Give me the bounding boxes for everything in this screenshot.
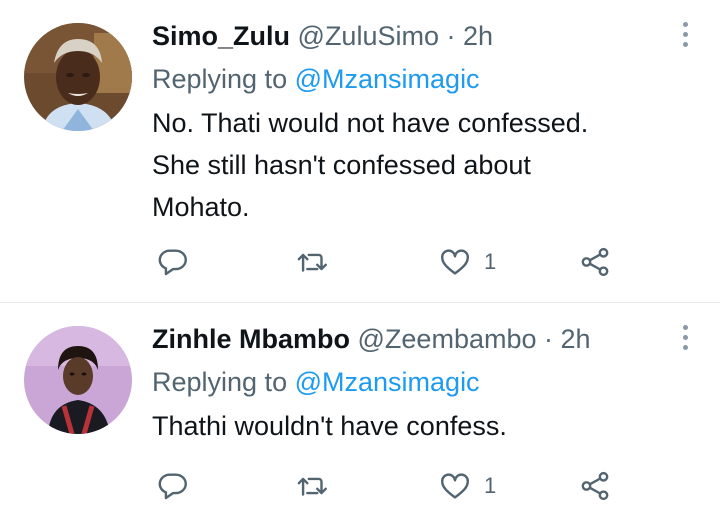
replying-prefix: Replying to [152,367,288,397]
timestamp[interactable]: 2h [463,21,493,51]
avatar-photo-icon [24,326,132,434]
like-icon [441,473,469,499]
action-bar: 1 [152,242,622,282]
separator-dot: · [446,21,456,51]
like-count: 1 [484,249,497,274]
action-bar: 1 [152,466,622,506]
tweet[interactable]: Simo_Zulu @ZuluSimo · 2h Replying to @Mz… [0,0,720,303]
tweet-text-line: She still hasn't confessed about [152,150,531,180]
timestamp[interactable]: 2h [561,324,591,354]
display-name[interactable]: Zinhle Mbambo [152,324,350,354]
user-handle[interactable]: @ZuluSimo [298,21,439,51]
tweet-text-line: Thathi wouldn't have confess. [152,411,507,441]
user-avatar[interactable] [24,23,132,131]
like-icon [441,249,469,275]
reply-button[interactable] [156,466,190,506]
share-button[interactable] [578,466,612,506]
tweet-text: No. Thati would not have confessed. She … [152,102,588,228]
share-button[interactable] [578,242,612,282]
share-icon [581,247,609,277]
avatar-photo-icon [24,23,132,131]
user-handle[interactable]: @Zeembambo [358,324,537,354]
tweet-header: Zinhle Mbambo @Zeembambo · 2h [152,322,591,356]
tweet-text-line: Mohato. [152,192,250,222]
tweet[interactable]: Zinhle Mbambo @Zeembambo · 2h Replying t… [0,303,720,504]
like-button[interactable]: 1 [438,242,496,282]
tweet-text: Thathi wouldn't have confess. [152,405,507,447]
more-options-icon[interactable] [682,22,690,52]
mention-link[interactable]: @Mzansimagic [295,367,480,397]
replying-to: Replying to @Mzansimagic [152,62,480,96]
reply-icon [158,249,187,276]
retweet-icon [297,477,327,496]
like-button[interactable]: 1 [438,466,496,506]
tweet-text-line: No. Thati would not have confessed. [152,108,589,138]
reply-icon [158,473,187,500]
retweet-button[interactable] [296,466,330,506]
reply-button[interactable] [156,242,190,282]
more-options-icon[interactable] [682,325,690,355]
retweet-button[interactable] [296,242,330,282]
separator-dot: · [544,324,554,354]
replying-to: Replying to @Mzansimagic [152,365,480,399]
share-icon [581,471,609,501]
mention-link[interactable]: @Mzansimagic [295,64,480,94]
retweet-icon [297,253,327,272]
like-count: 1 [484,473,497,498]
display-name[interactable]: Simo_Zulu [152,21,290,51]
replying-prefix: Replying to [152,64,288,94]
user-avatar[interactable] [24,326,132,434]
tweet-header: Simo_Zulu @ZuluSimo · 2h [152,19,493,53]
